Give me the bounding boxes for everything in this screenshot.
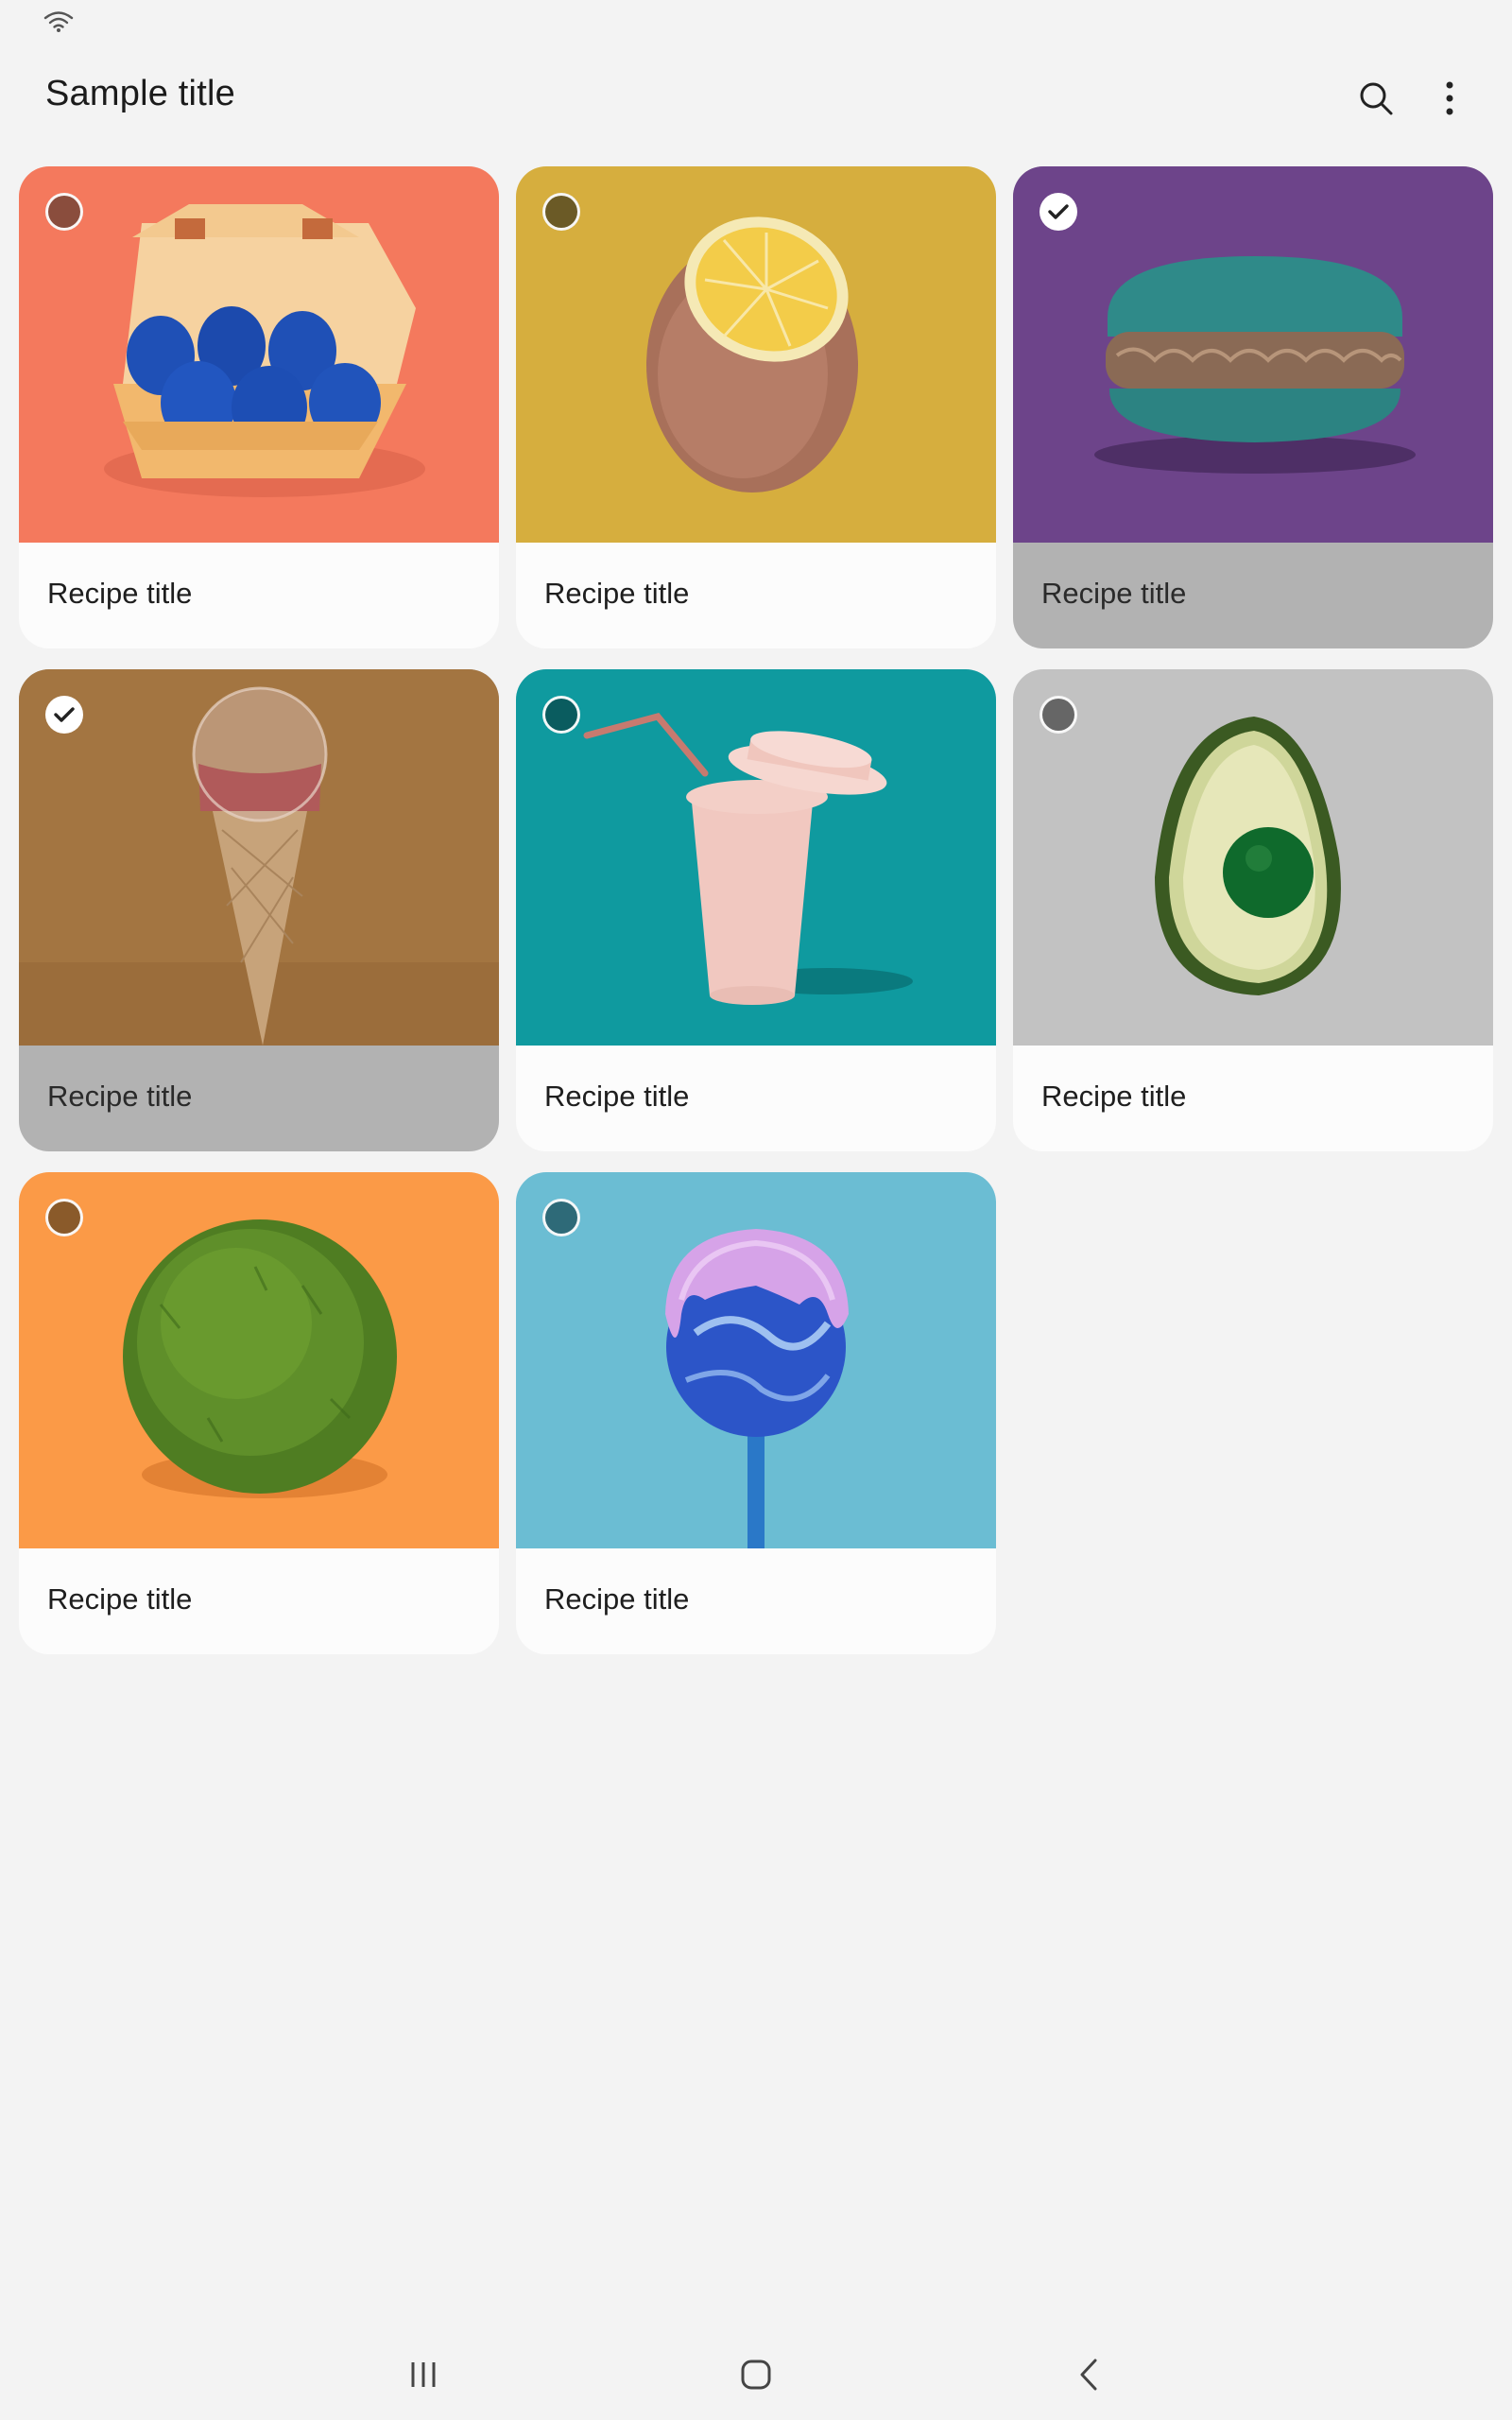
recipe-title: Recipe title (1041, 1080, 1187, 1113)
select-checkbox[interactable] (542, 193, 580, 231)
recipe-image (1013, 166, 1493, 543)
recipe-image (19, 669, 499, 1046)
app-bar: Sample title (0, 57, 1512, 138)
recipe-title: Recipe title (544, 577, 690, 610)
status-bar (0, 0, 1512, 47)
recipe-image (19, 1172, 499, 1548)
recipe-card[interactable]: Recipe title (516, 669, 996, 1151)
home-icon (741, 2360, 771, 2390)
recipe-image (19, 166, 499, 543)
select-checkbox[interactable] (1040, 696, 1077, 734)
recipe-card[interactable]: Recipe title (19, 1172, 499, 1654)
recents-icon (411, 2362, 436, 2387)
checkmark-icon (54, 707, 75, 722)
select-checkbox[interactable] (542, 696, 580, 734)
search-icon (1360, 82, 1393, 115)
recipe-card[interactable]: Recipe title (516, 166, 996, 648)
search-button[interactable] (1349, 72, 1402, 125)
home-button[interactable] (718, 2346, 794, 2403)
recipe-card[interactable]: Recipe title (1013, 166, 1493, 648)
more-vert-icon (1446, 81, 1453, 115)
recipe-title: Recipe title (47, 577, 193, 610)
select-checkbox-checked[interactable] (45, 696, 83, 734)
select-checkbox-checked[interactable] (1040, 193, 1077, 231)
recipe-image (1013, 669, 1493, 1046)
recipe-image (516, 166, 996, 543)
back-icon (1080, 2359, 1097, 2391)
wifi-icon (43, 11, 74, 32)
recipe-card[interactable]: Recipe title (19, 669, 499, 1151)
select-checkbox[interactable] (45, 1199, 83, 1236)
checkmark-icon (1048, 204, 1069, 219)
recipe-title: Recipe title (47, 1582, 193, 1616)
recipe-card[interactable]: Recipe title (19, 166, 499, 648)
recipe-title: Recipe title (544, 1582, 690, 1616)
recipe-image (516, 669, 996, 1046)
select-checkbox[interactable] (45, 193, 83, 231)
back-button[interactable] (1051, 2346, 1126, 2403)
recipe-image (516, 1172, 996, 1548)
page-title: Sample title (45, 74, 235, 113)
recipe-title: Recipe title (1041, 577, 1187, 610)
recipe-card[interactable]: Recipe title (1013, 669, 1493, 1151)
recipe-title: Recipe title (544, 1080, 690, 1113)
recipe-card[interactable]: Recipe title (516, 1172, 996, 1654)
recents-button[interactable] (386, 2346, 461, 2403)
recipe-title: Recipe title (47, 1080, 193, 1113)
navigation-bar (0, 2325, 1512, 2420)
select-checkbox[interactable] (542, 1199, 580, 1236)
more-options-button[interactable] (1423, 72, 1476, 125)
